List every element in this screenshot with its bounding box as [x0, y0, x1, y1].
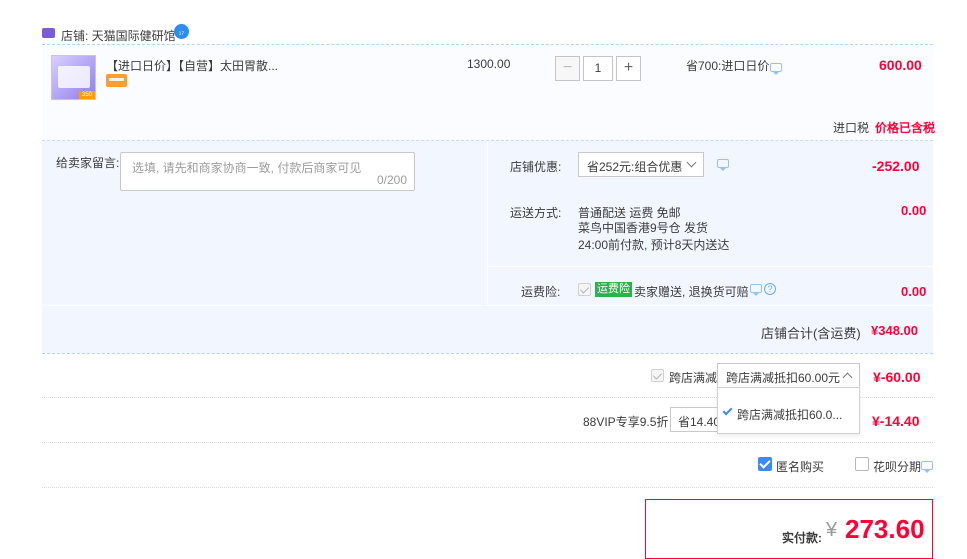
increase-button[interactable]: +	[616, 56, 641, 81]
quantity-input[interactable]: 1	[583, 56, 613, 81]
total-label: 实付款:	[782, 531, 822, 545]
message-char-count: 0/200	[376, 173, 407, 187]
vip-value: ¥-14.40	[872, 413, 920, 429]
shop-discount-selected: 省252元:组合优惠	[587, 160, 683, 174]
product-image-pack	[58, 66, 90, 88]
chat-bubble-icon[interactable]: ₁₇	[174, 24, 189, 39]
tax-value: 价格已含税	[875, 121, 936, 135]
shop-icon	[42, 28, 55, 38]
total-value: 273.60	[845, 514, 925, 544]
cross-store-dropdown: 跨店满减抵扣60.0...	[717, 387, 860, 434]
total-currency: ¥	[826, 519, 838, 541]
shop-name[interactable]: 店铺: 天猫国际健研馆	[61, 27, 176, 44]
decrease-button[interactable]: −	[555, 56, 580, 81]
checkmark-icon	[722, 405, 733, 416]
product-title[interactable]: 【进口日价】【自营】太田胃散...	[106, 57, 278, 74]
insurance-checkbox[interactable]	[578, 283, 591, 296]
shop-discount-value: -252.00	[872, 158, 920, 174]
shipping-value: 0.00	[901, 203, 927, 218]
insurance-value: 0.00	[901, 284, 927, 299]
shop-discount-select[interactable]: 省252元:组合优惠	[578, 152, 704, 177]
insurance-label: 运费险:	[521, 285, 561, 299]
divider	[42, 353, 933, 354]
cross-store-option[interactable]: 跨店满减抵扣60.0...	[737, 406, 842, 423]
divider	[487, 141, 488, 305]
insurance-text: 卖家赠送, 退换货可赔	[634, 285, 749, 299]
shipping-warehouse: 菜鸟中国香港9号仓 发货	[578, 221, 709, 235]
divider	[42, 442, 933, 443]
divider	[488, 266, 933, 267]
shop-total-label: 店铺合计(含运费)	[761, 326, 861, 341]
product-image[interactable]: 350	[51, 55, 96, 100]
tax-label: 进口税	[833, 121, 870, 135]
shipping-label: 运送方式:	[510, 206, 562, 220]
comment-icon[interactable]	[717, 159, 729, 171]
help-icon[interactable]: ?	[764, 283, 776, 295]
divider	[42, 305, 933, 306]
comment-icon[interactable]	[770, 63, 782, 75]
shipping-eta: 24:00前付款, 预计8天内送达	[578, 238, 730, 252]
divider	[42, 487, 933, 488]
chevron-down-icon	[686, 157, 697, 168]
comment-icon[interactable]	[750, 284, 762, 296]
cross-store-selected: 跨店满减抵扣60.00元	[726, 371, 841, 385]
vip-label: 88VIP专享9.5折	[583, 415, 669, 429]
huabei-label[interactable]: 花呗分期	[873, 458, 921, 475]
saving-label: 省700:进口日价	[686, 59, 770, 73]
message-label: 给卖家留言:	[56, 156, 120, 170]
message-input[interactable]: 选填, 请先和商家协商一致, 付款后商家可见 0/200	[120, 152, 415, 191]
cross-store-value: ¥-60.00	[873, 369, 921, 385]
item-price: 600.00	[879, 57, 922, 73]
chevron-up-icon	[842, 372, 853, 383]
anonymous-label[interactable]: 匿名购买	[776, 458, 824, 475]
message-placeholder: 选填, 请先和商家协商一致, 付款后商家可见	[132, 161, 362, 175]
credit-card-icon	[106, 74, 127, 87]
cross-store-select[interactable]: 跨店满减抵扣60.00元	[717, 363, 860, 388]
cross-store-label: 跨店满减	[669, 371, 718, 385]
shop-discount-label: 店铺优惠:	[510, 160, 562, 174]
anonymous-checkbox[interactable]	[758, 457, 772, 471]
comment-icon[interactable]	[921, 461, 933, 473]
cross-store-checkbox[interactable]	[651, 369, 664, 382]
shop-total-value: ¥348.00	[871, 323, 918, 338]
product-image-tag: 350	[79, 91, 95, 99]
unit-price: 1300.00	[467, 57, 511, 71]
huabei-checkbox[interactable]	[855, 457, 869, 471]
vip-selected: 省14.40	[678, 415, 721, 429]
quantity-stepper: − 1 +	[555, 56, 642, 81]
insurance-badge: 运费险	[595, 282, 632, 297]
